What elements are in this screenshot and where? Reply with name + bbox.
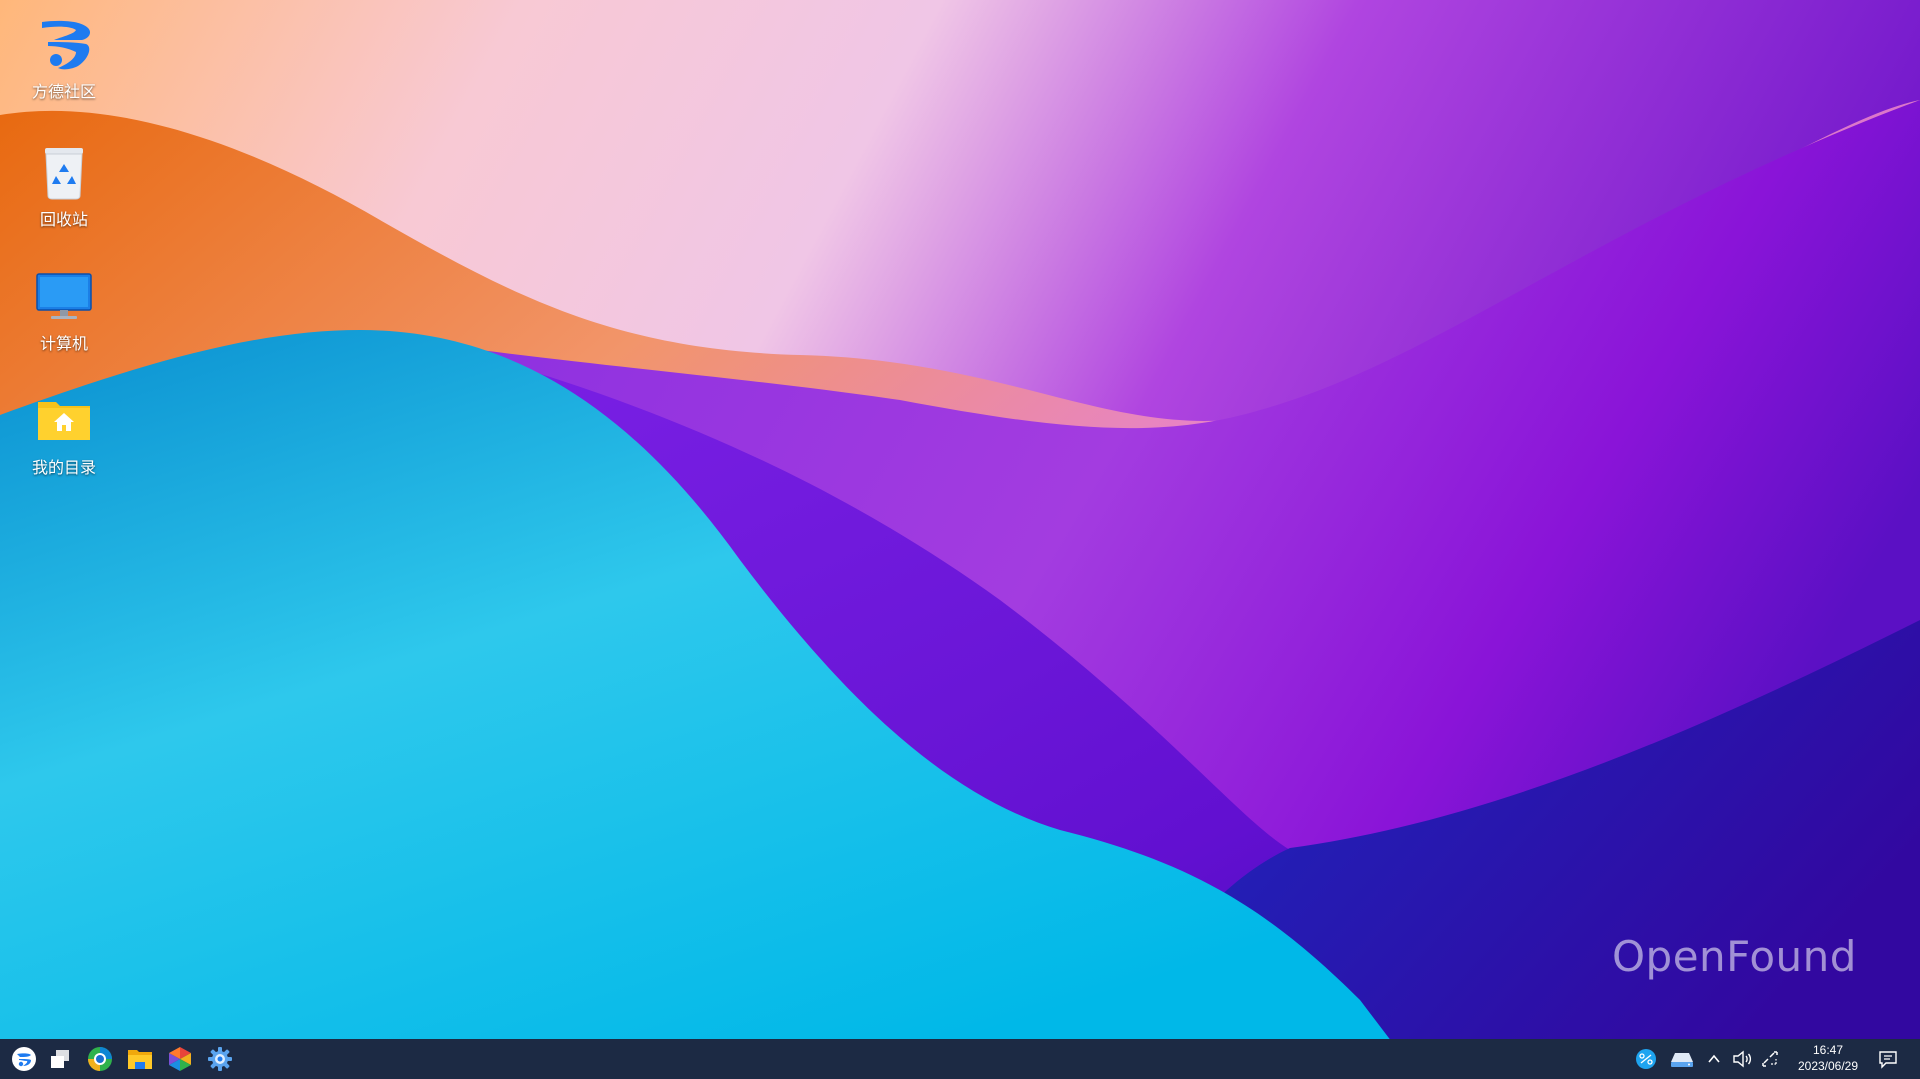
app-store-button[interactable] (164, 1043, 196, 1075)
multitask-view-button[interactable] (44, 1043, 76, 1075)
file-manager-button[interactable] (124, 1043, 156, 1075)
desktop-icon-recycle-bin[interactable]: 回收站 (14, 142, 114, 230)
desktop[interactable]: 方德社区 回收站 计算机 我的目录 OpenFound 16:47 2023/0… (0, 0, 1920, 1079)
input-method-button[interactable] (1634, 1047, 1658, 1071)
settings-gear-icon (208, 1047, 232, 1071)
start-menu-button[interactable] (8, 1043, 40, 1075)
computer-monitor-icon (36, 273, 92, 319)
start-menu-icon (12, 1047, 36, 1071)
taskbar: 16:47 2023/06/29 (0, 1039, 1920, 1079)
volume-button[interactable] (1730, 1047, 1754, 1071)
show-hidden-tray-button[interactable] (1702, 1047, 1726, 1071)
browser-icon (88, 1047, 112, 1071)
network-drive-button[interactable] (1670, 1047, 1694, 1071)
wallpaper-watermark: OpenFound (1612, 932, 1857, 981)
clock-time: 16:47 (1812, 1043, 1844, 1057)
network-drive-icon (1671, 1053, 1693, 1067)
notification-center-icon (1879, 1051, 1897, 1069)
desktop-icon-label: 方德社区 (31, 82, 96, 101)
network-disconnected-icon (1762, 1051, 1778, 1067)
multitask-view-icon (51, 1050, 69, 1068)
volume-icon (1733, 1050, 1752, 1068)
system-clock[interactable]: 16:47 2023/06/29 (1788, 1042, 1868, 1074)
home-folder-icon (38, 402, 90, 440)
desktop-icon-my-directory[interactable]: 我的目录 (14, 390, 114, 478)
file-manager-icon (128, 1050, 152, 1069)
notification-center-button[interactable] (1876, 1047, 1900, 1071)
desktop-icon-computer[interactable]: 计算机 (14, 266, 114, 354)
desktop-icon-label: 计算机 (39, 334, 88, 353)
recycle-bin-icon (45, 148, 83, 200)
network-button[interactable] (1758, 1047, 1782, 1071)
clock-date: 2023/06/29 (1797, 1059, 1859, 1073)
browser-button[interactable] (84, 1043, 116, 1075)
desktop-icon-label: 回收站 (39, 210, 88, 229)
wallpaper (0, 0, 1920, 1079)
app-store-icon (169, 1047, 191, 1071)
settings-button[interactable] (204, 1043, 236, 1075)
chevron-up-icon (1708, 1054, 1720, 1063)
fangde-logo-icon (42, 20, 90, 70)
desktop-icon-fangde-community[interactable]: 方德社区 (14, 14, 114, 102)
desktop-icon-label: 我的目录 (31, 458, 96, 477)
input-method-icon (1636, 1049, 1656, 1069)
